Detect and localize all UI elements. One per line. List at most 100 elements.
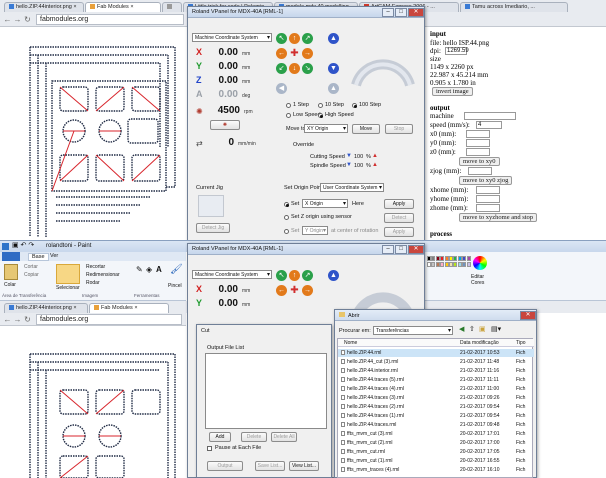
fill-icon[interactable]: ◈ (146, 265, 152, 274)
quick-access-icon[interactable]: ▣ ↶ ↷ (12, 241, 34, 249)
file-row[interactable]: ffts_mvm_cut (1).rml 20-02-2017 16:55 Fich (338, 457, 534, 465)
zjog-input[interactable] (468, 167, 492, 175)
close-icon[interactable]: ✕ (408, 8, 424, 17)
paste-icon[interactable] (4, 264, 18, 280)
zhome-input[interactable] (476, 204, 500, 212)
back-icon[interactable]: ← (3, 315, 12, 324)
x0-input[interactable] (466, 130, 490, 138)
stop-button[interactable]: Stop (385, 124, 413, 134)
brush-label[interactable]: Pincel (168, 283, 182, 289)
jog-up-right-icon[interactable]: ↗ (302, 270, 313, 281)
color-swatch[interactable] (444, 256, 449, 261)
file-row[interactable]: hello.ZIP.44.traces (1).rml 21-02-2017 09… (338, 412, 534, 420)
file-row[interactable]: hello.ZIP.44.traces (4).rml 21-02-2017 11… (338, 385, 534, 393)
speed-input[interactable]: 4 (476, 121, 502, 129)
jog-left-icon[interactable]: ← (276, 285, 287, 296)
file-row[interactable]: hello.ZIP.44_cut (3).rml 21-02-2017 11:48… (338, 358, 534, 366)
spindle-speed-down-icon[interactable]: ▼ (346, 162, 352, 168)
file-row[interactable]: hello.ZIP.44.traces (5).rml 21-02-2017 11… (338, 376, 534, 384)
y0-input[interactable] (466, 139, 490, 147)
reload-icon[interactable]: ↻ (23, 15, 32, 24)
xhome-input[interactable] (476, 186, 500, 194)
brush-icon[interactable]: 🖌 (170, 264, 183, 275)
jog-right-icon[interactable]: → (302, 48, 313, 59)
jog-up-right-icon[interactable]: ↗ (302, 33, 313, 44)
color-swatch[interactable] (453, 262, 458, 267)
delete-button[interactable]: Delete (241, 432, 267, 442)
yhome-input[interactable] (476, 195, 500, 203)
machine-select[interactable] (464, 112, 516, 120)
file-row[interactable]: ffts_mvm_traces (4).rml 20-02-2017 16:10 F… (338, 466, 534, 474)
file-row[interactable]: hello.ZIP.44.interior.rml 21-02-2017 11:1… (338, 367, 534, 375)
detect-jig-button[interactable]: Detect Jig (196, 223, 230, 233)
jog-up-icon[interactable]: ↑ (289, 33, 300, 44)
jog-up-left-icon[interactable]: ↖ (276, 33, 287, 44)
back-icon[interactable]: ◀ (459, 325, 464, 333)
jog-left-icon[interactable]: ← (276, 48, 287, 59)
resize-label[interactable]: Redimensionar (86, 272, 120, 278)
close-icon[interactable]: ✕ (408, 245, 424, 254)
pause-each-file-checkbox[interactable] (207, 446, 212, 451)
jog-up-left-icon[interactable]: ↖ (276, 270, 287, 281)
reload-icon[interactable]: ↻ (23, 315, 32, 324)
file-row[interactable]: hello.ZIP.44.traces.rml 21-02-2017 09:48 F… (338, 421, 534, 429)
set-center-radio[interactable] (284, 229, 289, 234)
delete-all-button[interactable]: Delete All (271, 432, 297, 442)
crop-label[interactable]: Recortar (86, 264, 105, 270)
minimize-icon[interactable]: – (382, 8, 394, 17)
close-icon[interactable]: ✕ (520, 311, 536, 320)
low-speed-radio[interactable] (286, 113, 291, 118)
jog-down-left-icon[interactable]: ↙ (276, 63, 287, 74)
jog-z-up-icon[interactable]: ▲ (328, 270, 339, 281)
jog-a-down-icon[interactable]: ◀ (276, 83, 287, 94)
coord-system-select[interactable]: Machine Coordinate System (192, 270, 272, 279)
set-z-sensor-radio[interactable] (284, 215, 289, 220)
tab-base[interactable]: Base (28, 253, 49, 261)
file-row[interactable]: ffts_mvm_cut (3).rml 20-02-2017 17:01 Fich (338, 430, 534, 438)
select-label[interactable]: Selecionar (56, 285, 80, 291)
color-swatch[interactable] (440, 256, 445, 261)
jog-down-right-icon[interactable]: ↘ (302, 63, 313, 74)
browser-tab[interactable]: Fab Modules × (89, 303, 169, 313)
spindle-speed-up-icon[interactable]: ▲ (372, 162, 378, 168)
look-in-select[interactable]: Transferências (373, 326, 453, 335)
jog-z-up-icon[interactable]: ▲ (328, 33, 339, 44)
jog-a-up-icon[interactable]: ▲ (328, 83, 339, 94)
select-icon[interactable] (56, 264, 80, 284)
forward-icon[interactable]: → (13, 15, 22, 24)
browser-tab[interactable]: Fab Modules × (85, 2, 161, 12)
high-speed-radio[interactable] (318, 113, 323, 118)
jog-right-icon[interactable]: → (302, 285, 313, 296)
new-folder-icon[interactable]: ▣ (479, 325, 486, 333)
move-to-home-button[interactable]: move to xyzhome and stop (459, 213, 538, 222)
browser-tab[interactable]: Tamu across Imediario, ... (460, 2, 568, 12)
file-row[interactable]: hello.ZIP.44.traces (3).rml 21-02-2017 09… (338, 394, 534, 402)
move-button[interactable]: Move (352, 124, 380, 134)
text-icon[interactable]: A (156, 265, 162, 274)
color-swatch[interactable] (462, 262, 467, 267)
color-swatch[interactable] (440, 262, 445, 267)
move-to-xy0-zjog-button[interactable]: move to xy0 zjog (459, 176, 513, 185)
maximize-icon[interactable]: □ (395, 8, 407, 17)
color-swatch[interactable] (431, 256, 436, 261)
forward-icon[interactable]: → (13, 315, 22, 324)
copy-label[interactable]: Copiar (24, 272, 39, 278)
jog-down-icon[interactable]: ↓ (289, 63, 300, 74)
file-menu-button[interactable] (2, 252, 20, 261)
color-swatch[interactable] (453, 256, 458, 261)
detect-button[interactable]: Detect (384, 213, 414, 223)
cut-label[interactable]: Cortar (24, 264, 38, 270)
set-origin-axis-select[interactable]: X Origin (302, 199, 348, 208)
address-bar[interactable]: fabmodules.org (36, 14, 184, 25)
save-list-button[interactable]: Save List... (255, 461, 285, 471)
view-menu-icon[interactable]: ▤▾ (491, 325, 501, 333)
invert-image-button[interactable]: invert image (432, 87, 473, 96)
rotate-label[interactable]: Rodar (86, 280, 100, 286)
set-radio[interactable] (284, 202, 289, 207)
color-swatch[interactable] (431, 262, 436, 267)
output-button[interactable]: Output (207, 461, 243, 471)
up-folder-icon[interactable]: ⇧ (469, 325, 475, 333)
color-swatch[interactable] (435, 256, 440, 261)
edit-colors-icon[interactable] (473, 256, 487, 270)
pencil-icon[interactable]: ✎ (136, 265, 143, 274)
